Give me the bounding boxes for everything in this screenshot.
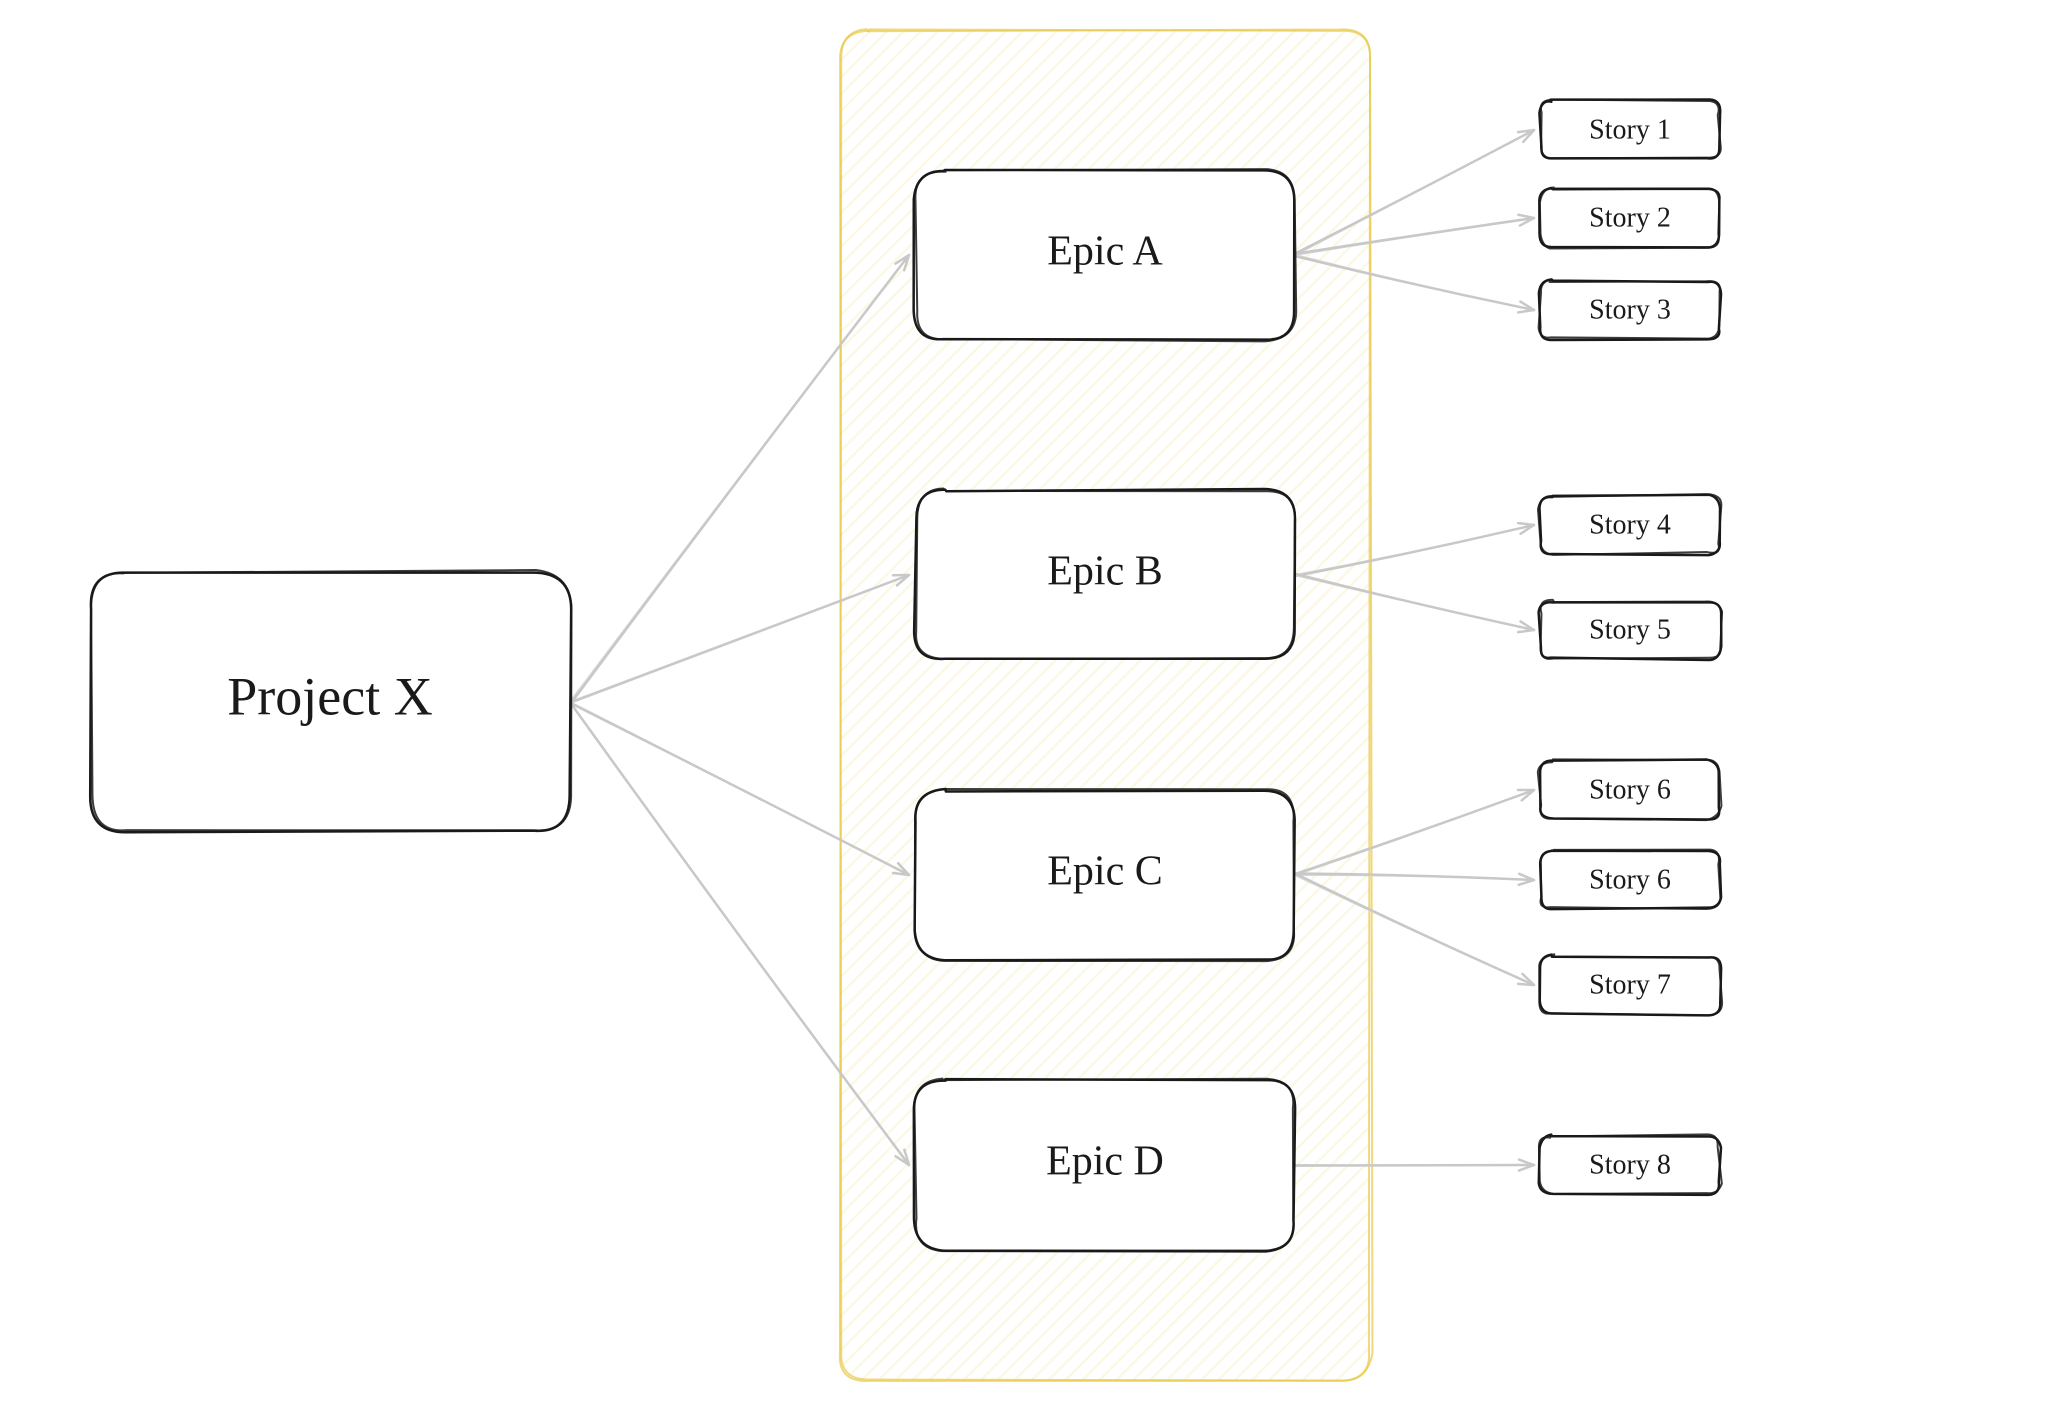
story-label: Story 7 — [1589, 969, 1671, 1000]
epic-d-label: Epic D — [1046, 1139, 1164, 1185]
story-label: Story 3 — [1589, 294, 1671, 325]
story-label: Story 6 — [1589, 774, 1671, 805]
epic-c-label: Epic C — [1047, 849, 1162, 895]
story-label: Story 4 — [1589, 509, 1671, 540]
epic-a-label: Epic A — [1047, 229, 1163, 275]
story-label: Story 8 — [1589, 1149, 1671, 1180]
story-label: Story 6 — [1589, 864, 1671, 895]
story-label: Story 1 — [1589, 114, 1671, 145]
project-label: Project X — [227, 666, 432, 726]
story-label: Story 5 — [1589, 614, 1671, 645]
diagram-canvas: Project X Epic A Epic B Epic C Epic D Story 1… — [0, 0, 2048, 1404]
epic-b-label: Epic B — [1047, 549, 1162, 595]
story-label: Story 2 — [1589, 202, 1671, 233]
